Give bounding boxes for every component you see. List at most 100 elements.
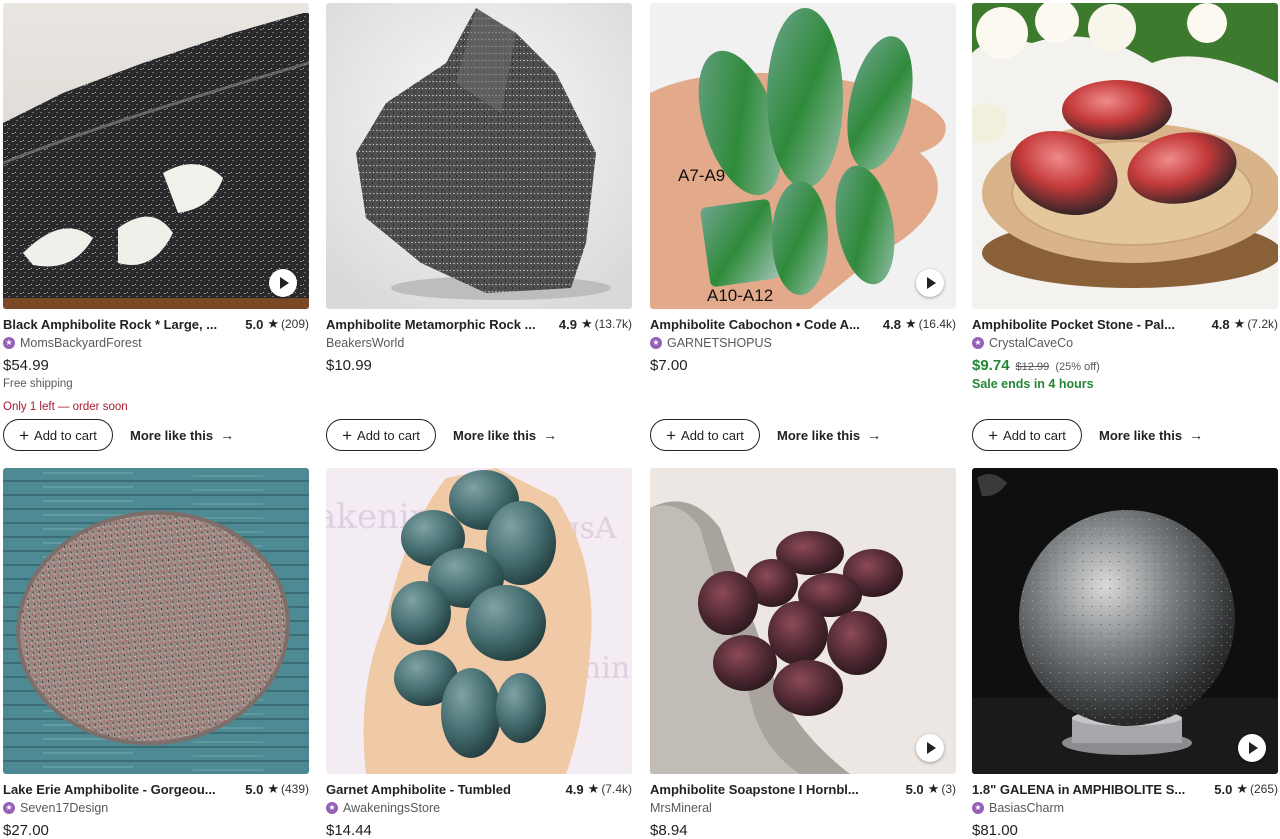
more-like-this-label: More like this	[453, 427, 537, 443]
sale-ends-note: Sale ends in 4 hours	[972, 377, 1094, 391]
image-label: A7-A9	[678, 166, 726, 185]
more-like-this-link[interactable]: More like this →	[453, 427, 557, 443]
review-count: (439)	[280, 782, 309, 796]
listing-title[interactable]: Lake Erie Amphibolite - Gorgeou...	[3, 782, 245, 797]
review-count: (7.4k)	[601, 782, 632, 796]
amphibolite-cabochons-in-hand-image	[650, 3, 956, 309]
listing-title[interactable]: Amphibolite Soapstone I Hornbl...	[650, 782, 906, 797]
shop-name[interactable]: CrystalCaveCo	[989, 336, 1073, 350]
low-stock-note: Only 1 left — order soon	[3, 401, 128, 413]
rating-value: 5.0	[1214, 781, 1233, 797]
free-shipping-note: Free shipping	[3, 378, 73, 390]
add-to-cart-label: Add to cart	[1003, 427, 1066, 443]
more-like-this-label: More like this	[1099, 427, 1183, 443]
shop-name[interactable]: BeakersWorld	[326, 336, 404, 350]
plus-icon: +	[342, 425, 353, 445]
add-to-cart-button[interactable]: + Add to cart	[650, 419, 760, 451]
star-icon: ★	[587, 781, 600, 796]
listing-price: $10.99	[326, 357, 372, 374]
more-like-this-link[interactable]: More like this →	[1099, 427, 1203, 443]
add-to-cart-label: Add to cart	[357, 427, 420, 443]
review-count: (16.4k)	[918, 317, 956, 331]
star-seller-badge-icon: ★	[972, 337, 984, 349]
listing-title[interactable]: Amphibolite Cabochon • Code A...	[650, 317, 883, 332]
add-to-cart-button[interactable]: + Add to cart	[326, 419, 436, 451]
star-icon: ★	[1236, 781, 1248, 796]
amphibolite-soapstone-cabochons-image	[650, 468, 956, 774]
play-video-icon[interactable]	[916, 269, 944, 297]
shop-name[interactable]: Seven17Design	[20, 801, 108, 815]
shop-name[interactable]: GARNETSHOPUS	[667, 336, 772, 350]
review-count: (13.7k)	[594, 317, 632, 331]
plus-icon: +	[988, 425, 999, 445]
listing-image[interactable]	[972, 3, 1278, 309]
listing-price: $81.00	[972, 822, 1018, 839]
star-seller-badge-icon: ★	[650, 337, 662, 349]
listing-price: $14.44	[326, 822, 372, 839]
more-like-this-link[interactable]: More like this →	[130, 427, 234, 443]
listing-image[interactable]	[326, 3, 632, 309]
review-count: (7.2k)	[1247, 317, 1278, 331]
listing-title[interactable]: Garnet Amphibolite - Tumbled	[326, 782, 566, 797]
rating-value: 5.0	[245, 316, 264, 332]
rating-value: 4.8	[882, 316, 901, 332]
shop-name[interactable]: MrsMineral	[650, 801, 712, 815]
star-icon: ★	[267, 781, 279, 796]
add-to-cart-label: Add to cart	[34, 427, 97, 443]
galena-sphere-on-stand-image	[972, 468, 1278, 774]
plus-icon: +	[666, 425, 677, 445]
more-like-this-label: More like this	[130, 427, 214, 443]
rating-value: 5.0	[245, 781, 264, 797]
review-count: (3)	[941, 782, 956, 796]
listing-price: $27.00	[3, 822, 49, 839]
rating-value: 4.8	[1211, 316, 1230, 332]
more-like-this-link[interactable]: More like this →	[777, 427, 881, 443]
shop-name[interactable]: AwakeningsStore	[343, 801, 440, 815]
listing-price: $7.00	[650, 357, 688, 374]
star-seller-badge-icon: ★	[3, 802, 15, 814]
arrow-right-icon: →	[220, 427, 235, 443]
original-price: $12.99	[1015, 361, 1050, 373]
listing-image[interactable]	[972, 468, 1278, 774]
play-video-icon[interactable]	[269, 269, 297, 297]
arrow-right-icon: →	[867, 427, 882, 443]
listing-image[interactable]: akenings ngsA kenin	[326, 468, 632, 774]
add-to-cart-button[interactable]: + Add to cart	[3, 419, 113, 451]
star-seller-badge-icon: ★	[326, 802, 338, 814]
shop-name[interactable]: MomsBackyardForest	[20, 336, 142, 350]
play-video-icon[interactable]	[1238, 734, 1266, 762]
review-count: (209)	[280, 317, 309, 331]
more-like-this-label: More like this	[777, 427, 861, 443]
shop-name[interactable]: BasiasCharm	[989, 801, 1064, 815]
listing-title[interactable]: Black Amphibolite Rock * Large, ...	[3, 317, 245, 332]
listing-image[interactable]	[3, 468, 309, 774]
play-video-icon[interactable]	[916, 734, 944, 762]
tumbled-garnet-amphibolite-in-hand-image: akenings ngsA kenin	[326, 468, 632, 774]
listing-title[interactable]: 1.8" GALENA in AMPHIBOLITE S...	[972, 782, 1214, 797]
listing-title[interactable]: Amphibolite Metamorphic Rock ...	[326, 317, 559, 332]
listing-image[interactable]	[650, 468, 956, 774]
listing-image[interactable]: A7-A9 A10-A12	[650, 3, 956, 309]
add-to-cart-button[interactable]: + Add to cart	[972, 419, 1082, 451]
star-seller-badge-icon: ★	[3, 337, 15, 349]
star-icon: ★	[580, 316, 593, 331]
rating-value: 5.0	[905, 781, 924, 797]
listing-title[interactable]: Amphibolite Pocket Stone - Pal...	[972, 317, 1212, 332]
add-to-cart-label: Add to cart	[681, 427, 744, 443]
discount-percent: (25% off)	[1055, 361, 1100, 373]
arrow-right-icon: →	[1189, 427, 1204, 443]
amphibolite-metamorphic-rock-image	[326, 3, 632, 309]
rating-value: 4.9	[558, 316, 577, 332]
plus-icon: +	[19, 425, 30, 445]
image-label: A10-A12	[707, 286, 774, 305]
listing-image[interactable]	[3, 3, 309, 309]
black-amphibolite-rock-image	[3, 3, 309, 309]
listing-price: $54.99	[3, 357, 49, 374]
rating-value: 4.9	[565, 781, 584, 797]
arrow-right-icon: →	[543, 427, 558, 443]
star-seller-badge-icon: ★	[972, 802, 984, 814]
star-icon: ★	[1233, 316, 1246, 331]
star-icon: ★	[267, 316, 279, 331]
star-icon: ★	[904, 316, 917, 331]
pocket-stones-on-wood-slice-image	[972, 3, 1278, 309]
